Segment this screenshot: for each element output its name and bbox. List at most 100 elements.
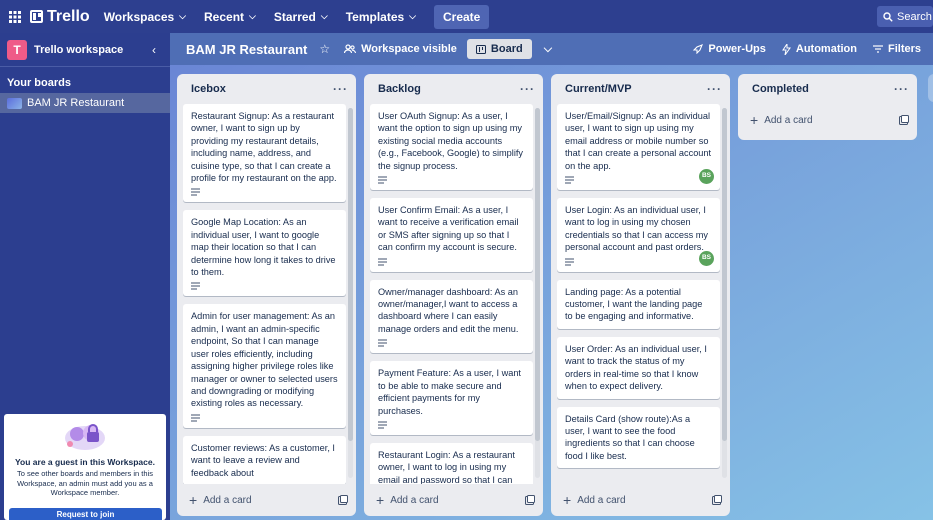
list-scrollbar[interactable] <box>535 108 540 478</box>
collapse-sidebar-icon[interactable]: ‹ <box>152 43 156 57</box>
scrollbar-thumb[interactable] <box>722 108 727 441</box>
description-icon <box>191 282 200 290</box>
list-backlog: Backlog ··· User OAuth Signup: As a user… <box>364 74 543 516</box>
card[interactable]: Details Card (show route):As a user, I w… <box>557 406 720 469</box>
card[interactable]: Restaurant Login: As a restaurant owner,… <box>370 442 533 484</box>
workspaces-menu[interactable]: Workspaces ⌵ <box>104 10 186 24</box>
member-avatar[interactable]: BS <box>699 250 714 266</box>
templates-menu-label: Templates <box>345 9 405 24</box>
plus-icon: + <box>750 112 759 128</box>
card[interactable]: User Order: As an individual user, I wan… <box>557 336 720 399</box>
card-title: Admin for user management: As an admin, … <box>191 311 338 409</box>
sidebar-item-bam-jr-restaurant[interactable]: BAM JR Restaurant <box>0 93 170 113</box>
card[interactable]: Restaurant Signup: As a restaurant owner… <box>183 104 346 203</box>
list-footer: + Add a card <box>177 484 356 516</box>
card[interactable]: Owner/manager dashboard: As an owner/man… <box>370 279 533 354</box>
list-menu-icon[interactable]: ··· <box>707 82 722 96</box>
add-another-list-button[interactable] <box>928 74 933 102</box>
list-header[interactable]: Backlog ··· <box>364 74 543 104</box>
sidebar-board-label: BAM JR Restaurant <box>27 97 125 109</box>
list-menu-icon[interactable]: ··· <box>894 82 909 96</box>
guest-notice-text: To see other boards and members in this … <box>17 469 153 497</box>
add-card-button[interactable]: + Add a card <box>376 492 439 508</box>
card[interactable]: Admin for user management: As an admin, … <box>183 304 346 428</box>
card[interactable]: User Confirm Email: As a user, I want to… <box>370 198 533 272</box>
filters-button[interactable]: Filters <box>872 43 921 55</box>
member-avatar[interactable]: BS <box>699 169 714 185</box>
card[interactable]: Customer reviews: As a customer, I want … <box>183 435 346 484</box>
starred-menu-label: Starred <box>273 9 316 24</box>
recent-menu[interactable]: Recent ⌵ <box>204 10 256 24</box>
list-title[interactable]: Completed <box>752 83 809 95</box>
people-icon <box>344 44 357 54</box>
card-title: User/Email/Signup: As an individual user… <box>565 111 712 171</box>
starred-menu[interactable]: Starred ⌵ <box>274 10 328 24</box>
list-scrollbar[interactable] <box>722 108 727 478</box>
automation-label: Automation <box>795 43 857 55</box>
description-icon <box>378 176 387 184</box>
card-template-icon[interactable] <box>712 495 722 505</box>
card-template-icon[interactable] <box>525 495 535 505</box>
scrollbar-thumb[interactable] <box>535 108 540 441</box>
card-title: Owner/manager dashboard: As an owner/man… <box>378 286 519 334</box>
list-header[interactable]: Icebox ··· <box>177 74 356 104</box>
filters-label: Filters <box>887 43 921 55</box>
card[interactable]: User OAuth Signup: As a user, I want the… <box>370 104 533 191</box>
list-current-mvp: Current/MVP ··· User/Email/Signup: As an… <box>551 74 730 516</box>
templates-menu[interactable]: Templates ⌵ <box>346 10 416 24</box>
power-ups-button[interactable]: Power-Ups <box>693 43 766 55</box>
card-template-icon[interactable] <box>899 115 909 125</box>
visibility-button[interactable]: Workspace visible <box>344 43 457 55</box>
card-title: Restaurant Login: As a restaurant owner,… <box>378 449 515 484</box>
list-menu-icon[interactable]: ··· <box>333 82 348 96</box>
app-switcher-icon[interactable] <box>6 8 24 26</box>
automation-button[interactable]: Automation <box>781 43 857 55</box>
add-card-label: Add a card <box>577 494 626 506</box>
list-title[interactable]: Current/MVP <box>565 83 632 95</box>
guest-notice: You are a guest in this Workspace. To se… <box>4 414 166 520</box>
list-header[interactable]: Completed ··· <box>738 74 917 104</box>
chevron-down-icon: ⌵ <box>249 11 256 21</box>
description-icon <box>565 176 574 184</box>
search-input[interactable]: Search <box>877 6 933 27</box>
board-title[interactable]: BAM JR Restaurant <box>186 42 307 57</box>
chevron-down-icon: ⌵ <box>179 11 186 21</box>
card[interactable]: Payment Feature: As a user, I want to be… <box>370 361 533 435</box>
list-header[interactable]: Current/MVP ··· <box>551 74 730 104</box>
card[interactable]: User Login: As an individual user, I wan… <box>557 198 720 272</box>
list-menu-icon[interactable]: ··· <box>520 82 535 96</box>
list-title[interactable]: Backlog <box>378 83 421 95</box>
board-view-button[interactable]: Board <box>466 39 532 59</box>
top-navigation-bar: Trello Workspaces ⌵ Recent ⌵ Starred ⌵ Temp… <box>0 0 933 33</box>
trello-logo[interactable]: Trello <box>30 8 90 26</box>
views-dropdown-chevron-icon[interactable]: ⌵ <box>544 43 552 56</box>
card[interactable]: Landing page: As a potential customer, I… <box>557 279 720 329</box>
card-template-icon[interactable] <box>338 495 348 505</box>
scrollbar-thumb[interactable] <box>348 108 353 441</box>
list-title[interactable]: Icebox <box>191 83 226 95</box>
recent-menu-label: Recent <box>204 9 245 24</box>
card[interactable]: Google Map Location: As an individual us… <box>183 210 346 297</box>
description-icon <box>191 414 200 422</box>
chevron-down-icon: ⌵ <box>409 11 416 21</box>
workspace-name[interactable]: Trello workspace <box>34 44 152 56</box>
add-card-button[interactable]: + Add a card <box>750 112 813 128</box>
your-boards-heading: Your boards <box>7 77 71 89</box>
board-view-icon <box>475 44 486 54</box>
description-icon <box>378 258 387 266</box>
list-scrollbar[interactable] <box>348 108 353 478</box>
create-button[interactable]: Create <box>434 4 490 29</box>
list-completed: Completed ··· + Add a card <box>738 74 917 140</box>
list-footer: + Add a card <box>364 484 543 516</box>
add-card-button[interactable]: + Add a card <box>563 492 626 508</box>
description-icon <box>378 339 387 347</box>
search-icon <box>883 11 893 22</box>
card-title: Google Map Location: As an individual us… <box>191 217 336 278</box>
workspace-avatar[interactable]: T <box>7 39 27 60</box>
request-to-join-button[interactable]: Request to join <box>9 508 162 520</box>
star-icon[interactable]: ☆ <box>319 42 330 56</box>
guest-notice-title: You are a guest in this Workspace. <box>15 457 155 467</box>
board-header: BAM JR Restaurant ☆ Workspace visible Bo… <box>170 33 933 65</box>
card[interactable]: User/Email/Signup: As an individual user… <box>557 104 720 191</box>
add-card-button[interactable]: + Add a card <box>189 492 252 508</box>
